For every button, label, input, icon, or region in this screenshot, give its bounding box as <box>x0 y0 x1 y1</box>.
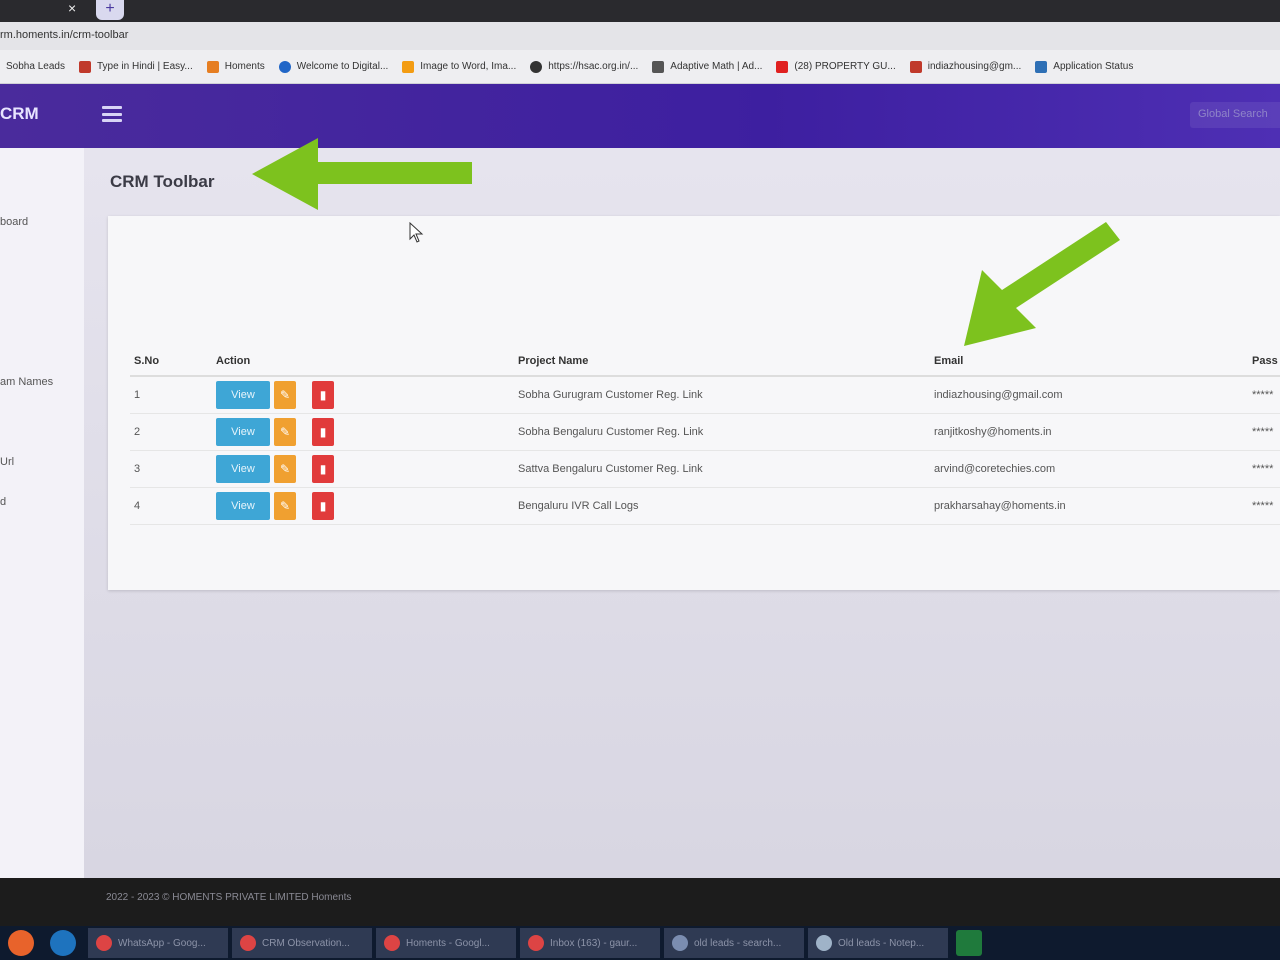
taskbar-item[interactable]: Inbox (163) - gaur... <box>520 928 660 958</box>
sidebar-item-team-names[interactable]: am Names <box>0 376 53 388</box>
search-icon <box>672 935 688 951</box>
bookmark-icon <box>78 60 91 73</box>
cell-pass: ***** <box>1248 413 1280 451</box>
delete-icon[interactable]: ▮ <box>312 380 334 409</box>
chrome-icon <box>240 935 256 951</box>
chrome-icon <box>96 935 112 951</box>
chrome-icon <box>384 935 400 951</box>
gmail-icon <box>909 60 922 73</box>
mouse-cursor-icon <box>409 222 424 243</box>
firefox-icon[interactable] <box>8 930 34 956</box>
cell-email: ranjitkoshy@homents.in <box>930 413 1248 451</box>
bookmark-item[interactable]: Homents <box>206 60 265 73</box>
tab-close-icon[interactable]: × <box>68 0 76 16</box>
sidebar: board am Names Url d <box>0 148 84 878</box>
sidebar-item-url[interactable]: Url <box>0 456 14 468</box>
cell-email: indiazhousing@gmail.com <box>930 376 1248 414</box>
edit-icon[interactable]: ✎ <box>274 491 296 520</box>
taskbar-item[interactable]: Old leads - Notep... <box>808 928 948 958</box>
edit-icon[interactable]: ✎ <box>274 417 296 446</box>
taskbar-item[interactable]: old leads - search... <box>664 928 804 958</box>
cell-action: View ✎ ▮ <box>212 413 514 451</box>
cell-email: arvind@coretechies.com <box>930 450 1248 488</box>
cell-project-name: Bengaluru IVR Call Logs <box>514 487 930 525</box>
view-button[interactable]: View <box>216 417 270 446</box>
table-row: 4 View ✎ ▮ Bengaluru IVR Call Logs prakhar… <box>130 487 1280 525</box>
footer: 2022 - 2023 © HOMENTS PRIVATE LIMITED Ho… <box>106 892 352 903</box>
url-text[interactable]: rm.homents.in/crm-toolbar <box>0 29 128 41</box>
notepad-icon <box>816 935 832 951</box>
view-button[interactable]: View <box>216 454 270 483</box>
app-header: CRM Global Search <box>0 84 1280 148</box>
cell-email: prakharsahay@homents.in <box>930 487 1248 525</box>
table-row: 1 View ✎ ▮ Sobha Gurugram Customer Reg. Li… <box>130 376 1280 414</box>
bookmark-icon <box>1035 60 1048 73</box>
column-header-pass[interactable]: Pass <box>1248 346 1280 377</box>
global-search-input[interactable]: Global Search <box>1190 102 1280 128</box>
taskbar-item[interactable]: CRM Observation... <box>232 928 372 958</box>
page-title: CRM Toolbar <box>110 172 215 191</box>
bookmarks-bar: Sobha Leads Type in Hindi | Easy... Home… <box>0 50 1280 84</box>
taskbar-item[interactable]: WhatsApp - Goog... <box>88 928 228 958</box>
edit-icon[interactable]: ✎ <box>274 454 296 483</box>
bookmark-item[interactable]: https://hsac.org.in/... <box>530 60 638 73</box>
os-taskbar: WhatsApp - Goog... CRM Observation... Ho… <box>0 926 1280 960</box>
cell-action: View ✎ ▮ <box>212 450 514 488</box>
cell-action: View ✎ ▮ <box>212 487 514 525</box>
annotation-arrow-diagonal <box>964 222 1120 346</box>
cell-sno: 3 <box>130 450 212 488</box>
menu-icon[interactable] <box>102 106 122 122</box>
browser-tab-strip: × + <box>0 0 1280 22</box>
youtube-icon <box>776 60 789 73</box>
cell-pass: ***** <box>1248 376 1280 414</box>
bookmark-icon <box>278 60 291 73</box>
bookmark-icon <box>206 60 219 73</box>
taskbar-item[interactable]: Homents - Googl... <box>376 928 516 958</box>
sidebar-item-other[interactable]: d <box>0 496 6 508</box>
delete-icon[interactable]: ▮ <box>312 491 334 520</box>
cell-project-name: Sobha Bengaluru Customer Reg. Link <box>514 413 930 451</box>
view-button[interactable]: View <box>216 380 270 409</box>
bookmark-item[interactable]: Adaptive Math | Ad... <box>652 60 762 73</box>
column-header-email[interactable]: Email <box>930 346 1248 377</box>
bookmark-item[interactable]: Type in Hindi | Easy... <box>78 60 193 73</box>
bookmark-item[interactable]: Welcome to Digital... <box>278 60 388 73</box>
column-header-sno[interactable]: S.No <box>130 346 212 377</box>
view-button[interactable]: View <box>216 491 270 520</box>
bookmark-item[interactable]: indiazhousing@gm... <box>909 60 1021 73</box>
bookmark-icon <box>402 60 415 73</box>
bookmark-item[interactable]: Application Status <box>1035 60 1133 73</box>
cell-pass: ***** <box>1248 487 1280 525</box>
sidebar-item-dashboard[interactable]: board <box>0 216 28 228</box>
cell-action: View ✎ ▮ <box>212 376 514 414</box>
cell-project-name: Sobha Gurugram Customer Reg. Link <box>514 376 930 414</box>
edit-icon[interactable]: ✎ <box>274 380 296 409</box>
delete-icon[interactable]: ▮ <box>312 417 334 446</box>
delete-icon[interactable]: ▮ <box>312 454 334 483</box>
bookmark-item[interactable]: (28) PROPERTY GU... <box>776 60 896 73</box>
crm-toolbar-table: S.No Action Project Name Email Pass 1 Vi… <box>130 346 1280 525</box>
new-tab-button[interactable]: + <box>96 0 124 20</box>
annotation-arrow-left <box>252 138 472 210</box>
brand-logo[interactable]: CRM <box>0 104 39 124</box>
address-bar[interactable]: rm.homents.in/crm-toolbar <box>0 22 1280 50</box>
column-header-action[interactable]: Action <box>212 346 514 377</box>
cell-sno: 4 <box>130 487 212 525</box>
cell-project-name: Sattva Bengaluru Customer Reg. Link <box>514 450 930 488</box>
table-header-row: S.No Action Project Name Email Pass <box>130 346 1280 377</box>
bookmark-icon <box>652 60 665 73</box>
cell-pass: ***** <box>1248 450 1280 488</box>
excel-icon[interactable] <box>956 930 982 956</box>
table-row: 2 View ✎ ▮ Sobha Bengaluru Customer Reg. L… <box>130 413 1280 451</box>
cell-sno: 1 <box>130 376 212 414</box>
cell-sno: 2 <box>130 413 212 451</box>
bookmark-item[interactable]: Image to Word, Ima... <box>402 60 516 73</box>
edge-icon[interactable] <box>50 930 76 956</box>
bookmark-item[interactable]: Sobha Leads <box>6 61 65 72</box>
chrome-icon <box>528 935 544 951</box>
table-row: 3 View ✎ ▮ Sattva Bengaluru Customer Reg. … <box>130 450 1280 488</box>
column-header-project-name[interactable]: Project Name <box>514 346 930 377</box>
globe-icon <box>530 60 543 73</box>
